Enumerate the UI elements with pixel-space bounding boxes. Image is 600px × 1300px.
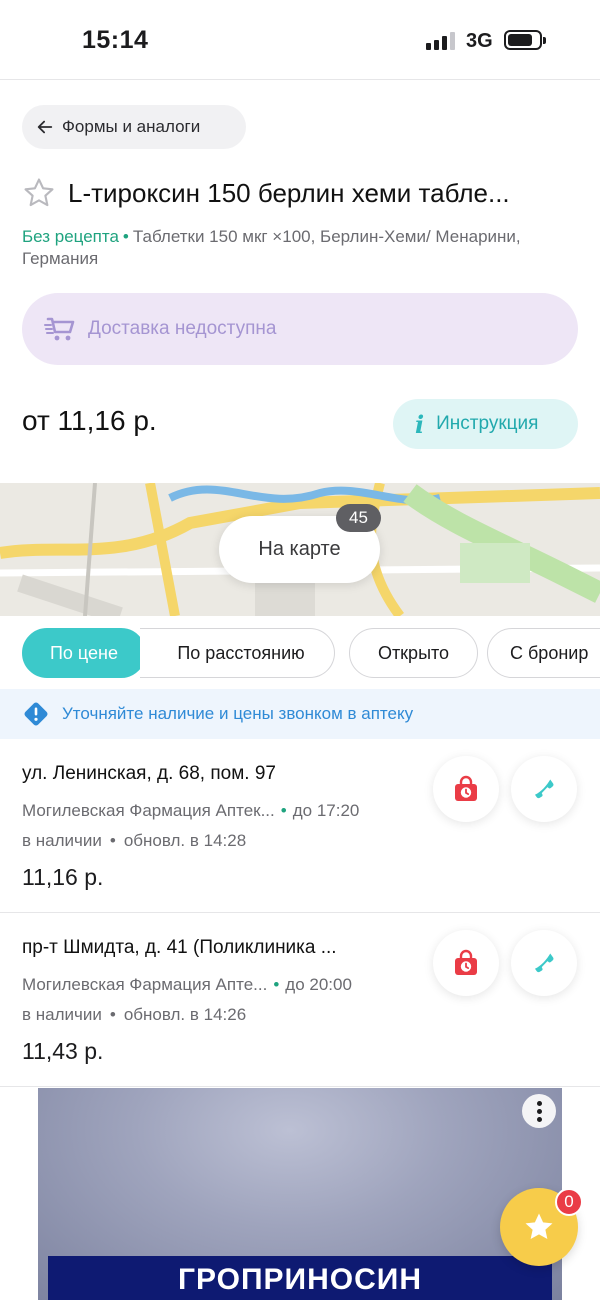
separator-dot: • [109,1005,116,1024]
open-dot: • [273,975,280,994]
info-banner: Уточняйте наличие и цены звонком в аптек… [0,689,600,739]
pharmacy-row[interactable]: пр-т Шмидта, д. 41 (Поликлиника ... Моги… [0,913,600,1087]
call-button[interactable] [511,930,577,996]
pharmacy-address: пр-т Шмидта, д. 41 (Поликлиника ... [22,937,337,958]
ad-text: ГРОПРИНОСИН [178,1263,422,1296]
product-meta: Без рецепта • Таблетки 150 мкг ×100, Берли… [22,226,562,270]
ad-more-icon[interactable] [522,1094,556,1128]
delivery-button[interactable]: Доставка недоступна [22,293,578,365]
phone-icon [534,953,554,973]
bag-clock-icon [455,949,477,975]
call-button[interactable] [511,756,577,822]
filter-chip-open[interactable]: Открыто [349,628,478,678]
filter-chip-booking[interactable]: С бронир [487,628,600,678]
pharmacy-price: 11,16 р. [22,864,104,890]
filter-chip-distance[interactable]: По расстоянию [140,628,335,678]
delivery-label: Доставка недоступна [88,318,277,339]
favorites-count-badge: 0 [555,1188,583,1216]
open-dot: • [280,801,287,820]
separator-dot: • [122,227,129,246]
network-type: 3G [466,30,493,52]
arrow-left-icon [37,120,53,134]
pharmacy-name-hours: Могилевская Фармация Аптек... • до 17:20 [22,801,359,821]
pharmacy-row[interactable]: ул. Ленинская, д. 68, пом. 97 Могилевска… [0,739,600,913]
ad-banner[interactable]: ГРОПРИНОСИН [38,1088,562,1300]
reserve-button[interactable] [433,930,499,996]
pharmacy-address: ул. Ленинская, д. 68, пом. 97 [22,763,276,784]
info-icon: i [415,409,425,439]
map-count-badge: 45 [336,504,381,532]
star-outline-icon[interactable] [22,176,56,210]
separator-dot: • [109,831,116,850]
pharmacy-name: Могилевская Фармация Апте... [22,975,268,994]
phone-icon [534,779,554,799]
pharmacy-stock-line: в наличии • обновл. в 14:28 [22,831,246,851]
updated-time: обновл. в 14:28 [123,831,247,850]
instruction-button[interactable]: i Инструкция [393,399,578,449]
star-icon [525,1213,553,1240]
product-title: L-тироксин 150 берлин хеми табле... [68,177,510,208]
min-price: от 11,16 р. [22,405,157,436]
pharmacy-name-hours: Могилевская Фармация Апте... • до 20:00 [22,975,352,995]
bag-clock-icon [455,775,477,801]
pharmacy-price: 11,43 р. [22,1038,104,1064]
product-header: L-тироксин 150 берлин хеми табле... [22,176,582,210]
pharmacy-hours: до 20:00 [285,975,352,994]
filter-bar: По цене По расстоянию Открыто С бронир [0,628,600,680]
stock-status: в наличии [22,1005,102,1024]
banner-text: Уточняйте наличие и цены звонком в аптек… [62,704,414,723]
reserve-button[interactable] [433,756,499,822]
status-bar: 15:14 3G [0,0,600,80]
warning-diamond-icon [24,702,48,726]
pharmacy-stock-line: в наличии • обновл. в 14:26 [22,1005,246,1025]
prescription-status: Без рецепта [22,227,119,246]
filter-chip-price[interactable]: По цене [22,628,146,678]
status-time: 15:14 [82,26,149,54]
back-label: Формы и аналоги [62,117,201,136]
updated-time: обновл. в 14:26 [123,1005,247,1024]
stock-status: в наличии [22,831,102,850]
pharmacy-name: Могилевская Фармация Аптек... [22,801,275,820]
signal-icon [426,32,456,50]
cart-icon [44,317,75,341]
back-button[interactable]: Формы и аналоги [22,105,246,149]
battery-icon [504,30,546,50]
pharmacy-hours: до 17:20 [292,801,360,820]
instruction-label: Инструкция [436,413,539,434]
